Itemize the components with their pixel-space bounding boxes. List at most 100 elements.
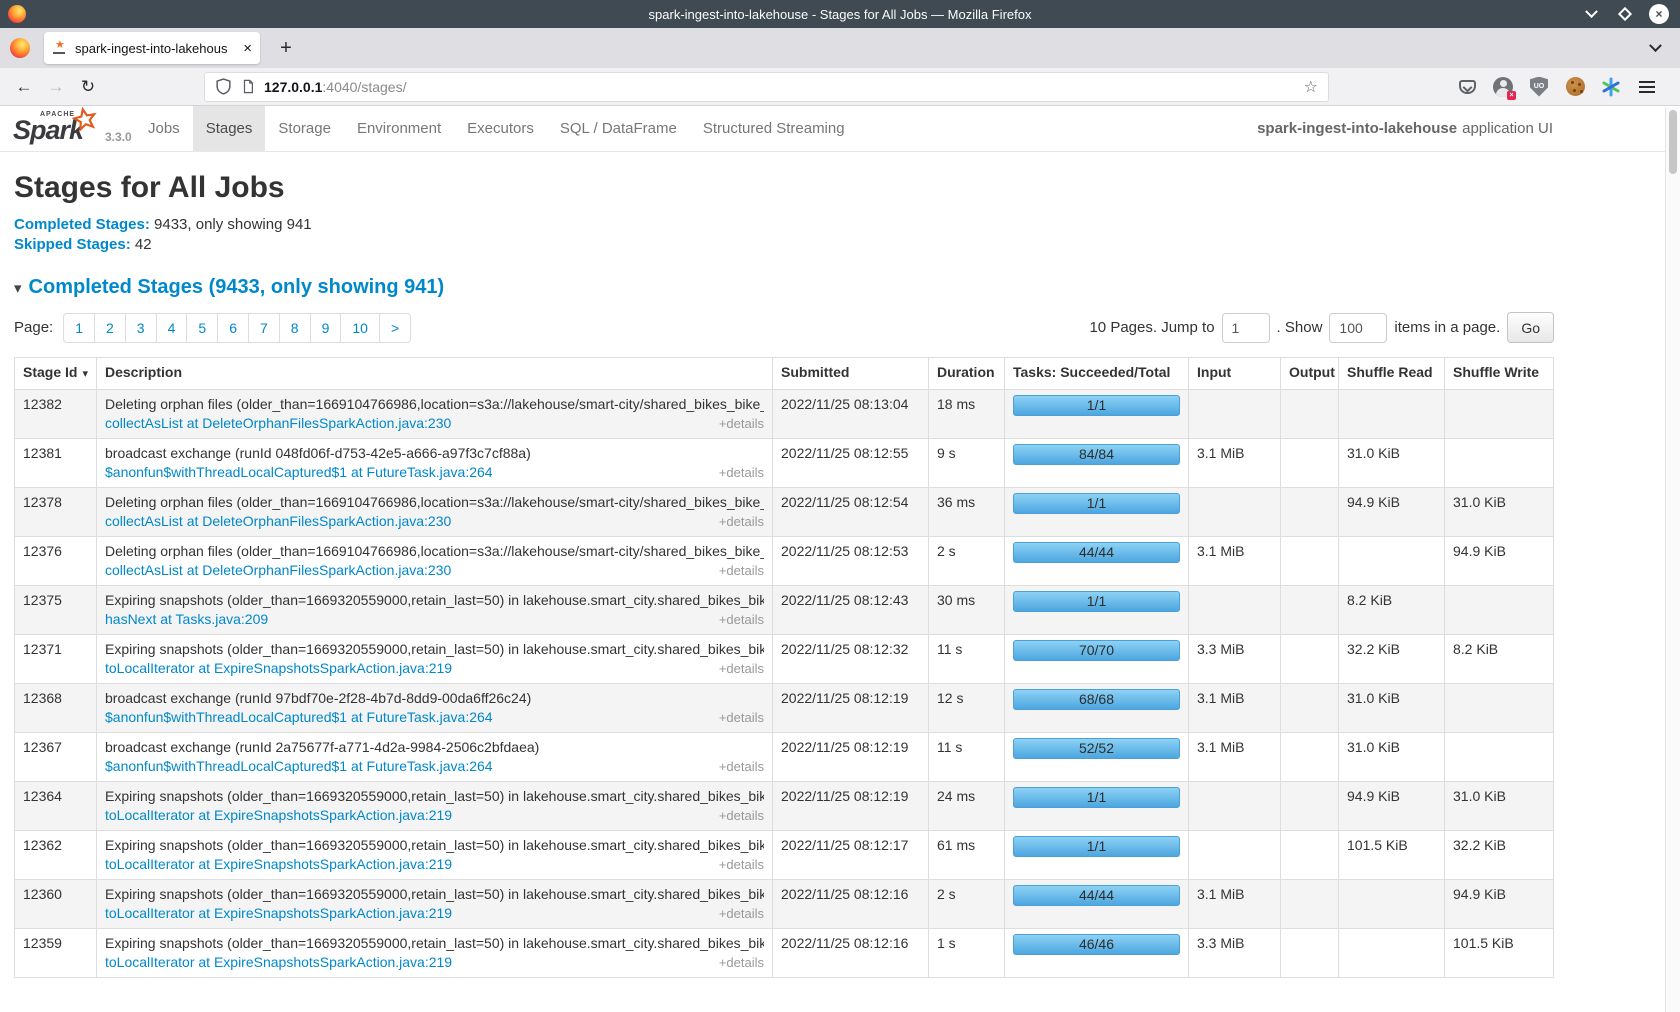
- nav-tab-sql-dataframe[interactable]: SQL / DataFrame: [547, 106, 690, 151]
- details-toggle[interactable]: +details: [719, 414, 764, 433]
- total-pages-text: 10 Pages. Jump to: [1089, 319, 1214, 336]
- input-cell: [1189, 782, 1281, 831]
- tasks-cell: 44/44: [1005, 537, 1189, 586]
- stage-callsite-link[interactable]: $anonfun$withThreadLocalCaptured$1 at Fu…: [105, 463, 493, 482]
- stage-callsite-link[interactable]: collectAsList at DeleteOrphanFilesSparkA…: [105, 414, 451, 433]
- browser-tab[interactable]: ★ spark-ingest-into-lakehous ×: [44, 32, 260, 64]
- menu-button[interactable]: [1636, 76, 1658, 98]
- page-scrollbar[interactable]: [1665, 107, 1680, 1012]
- nav-tab-executors[interactable]: Executors: [454, 106, 547, 151]
- details-toggle[interactable]: +details: [719, 512, 764, 531]
- stage-callsite-link[interactable]: toLocalIterator at ExpireSnapshotsSparkA…: [105, 953, 452, 972]
- cookie-icon: [1566, 77, 1585, 96]
- output-cell: [1281, 537, 1339, 586]
- url-bar[interactable]: 127.0.0.1:4040/stages/ ☆: [204, 72, 1329, 102]
- column-header-stage-id[interactable]: Stage Id▾: [15, 358, 97, 390]
- stage-id-cell: 12376: [15, 537, 97, 586]
- new-tab-button[interactable]: +: [272, 34, 300, 62]
- stage-description: broadcast exchange (runId 048fd06f-d753-…: [105, 444, 764, 463]
- forward-button[interactable]: →: [40, 73, 72, 101]
- column-header-tasks-succeeded-total[interactable]: Tasks: Succeeded/Total: [1005, 358, 1189, 390]
- submitted-cell: 2022/11/25 08:12:53: [773, 537, 929, 586]
- details-toggle[interactable]: +details: [719, 806, 764, 825]
- stage-callsite-link[interactable]: toLocalIterator at ExpireSnapshotsSparkA…: [105, 904, 452, 923]
- nav-tab-environment[interactable]: Environment: [344, 106, 454, 151]
- details-toggle[interactable]: +details: [719, 904, 764, 923]
- submitted-cell: 2022/11/25 08:12:16: [773, 929, 929, 978]
- cookie-extension-button[interactable]: [1564, 76, 1586, 98]
- stage-callsite-link[interactable]: toLocalIterator at ExpireSnapshotsSparkA…: [105, 806, 452, 825]
- stage-callsite-link[interactable]: toLocalIterator at ExpireSnapshotsSparkA…: [105, 855, 452, 874]
- output-cell: [1281, 635, 1339, 684]
- column-header-input[interactable]: Input: [1189, 358, 1281, 390]
- column-header-duration[interactable]: Duration: [929, 358, 1005, 390]
- page-button-5[interactable]: 5: [186, 313, 218, 343]
- details-toggle[interactable]: +details: [719, 659, 764, 678]
- tab-close-button[interactable]: ×: [243, 41, 252, 56]
- details-toggle[interactable]: +details: [719, 708, 764, 727]
- shield-icon[interactable]: [215, 78, 232, 95]
- details-toggle[interactable]: +details: [719, 953, 764, 972]
- tasks-cell: 84/84: [1005, 439, 1189, 488]
- jump-to-page-input[interactable]: [1222, 313, 1270, 343]
- pocket-icon: [1459, 80, 1476, 94]
- spark-logo[interactable]: APACHE Spark 3.3.0: [0, 106, 135, 151]
- page-button-10[interactable]: 10: [340, 313, 380, 343]
- page-info-icon[interactable]: [241, 79, 255, 94]
- details-toggle[interactable]: +details: [719, 463, 764, 482]
- bookmark-star-button[interactable]: ☆: [1304, 77, 1318, 97]
- column-header-shuffle-read[interactable]: Shuffle Read: [1339, 358, 1445, 390]
- reload-button[interactable]: ↻: [72, 73, 104, 101]
- minimize-button[interactable]: [1580, 3, 1602, 25]
- stage-callsite-link[interactable]: collectAsList at DeleteOrphanFilesSparkA…: [105, 512, 451, 531]
- stage-description: Deleting orphan files (older_than=166910…: [105, 395, 764, 414]
- items-per-page-input[interactable]: [1329, 313, 1387, 343]
- pocket-button[interactable]: [1456, 76, 1478, 98]
- submitted-cell: 2022/11/25 08:12:54: [773, 488, 929, 537]
- back-button[interactable]: ←: [8, 73, 40, 101]
- page-button-9[interactable]: 9: [310, 313, 342, 343]
- page-button-2[interactable]: 2: [94, 313, 126, 343]
- maximize-button[interactable]: [1614, 3, 1636, 25]
- column-header-output[interactable]: Output: [1281, 358, 1339, 390]
- nav-tab-stages[interactable]: Stages: [193, 106, 266, 151]
- go-button[interactable]: Go: [1507, 312, 1554, 343]
- stage-id-cell: 12367: [15, 733, 97, 782]
- column-header-submitted[interactable]: Submitted: [773, 358, 929, 390]
- stages-table: Stage Id▾DescriptionSubmittedDurationTas…: [14, 357, 1554, 978]
- page-button-6[interactable]: 6: [217, 313, 249, 343]
- asterisk-extension-button[interactable]: [1600, 76, 1622, 98]
- nav-tab-storage[interactable]: Storage: [265, 106, 344, 151]
- page-button-8[interactable]: 8: [279, 313, 311, 343]
- shuffle-read-cell: 31.0 KiB: [1339, 439, 1445, 488]
- next-page-button[interactable]: >: [379, 313, 411, 343]
- stage-callsite-link[interactable]: toLocalIterator at ExpireSnapshotsSparkA…: [105, 659, 452, 678]
- tabs-dropdown-button[interactable]: [1651, 44, 1660, 53]
- page-button-3[interactable]: 3: [125, 313, 157, 343]
- details-toggle[interactable]: +details: [719, 855, 764, 874]
- page-button-7[interactable]: 7: [248, 313, 280, 343]
- input-cell: [1189, 488, 1281, 537]
- nav-tab-jobs[interactable]: Jobs: [135, 106, 193, 151]
- details-toggle[interactable]: +details: [719, 610, 764, 629]
- account-button[interactable]: ×: [1492, 76, 1514, 98]
- duration-cell: 36 ms: [929, 488, 1005, 537]
- column-header-shuffle-write[interactable]: Shuffle Write: [1445, 358, 1554, 390]
- stage-callsite-link[interactable]: hasNext at Tasks.java:209: [105, 610, 268, 629]
- scrollbar-thumb[interactable]: [1669, 110, 1677, 174]
- stage-callsite-link[interactable]: $anonfun$withThreadLocalCaptured$1 at Fu…: [105, 757, 493, 776]
- ublock-button[interactable]: UO: [1528, 76, 1550, 98]
- stage-callsite-link[interactable]: $anonfun$withThreadLocalCaptured$1 at Fu…: [105, 708, 493, 727]
- description-cell: Expiring snapshots (older_than=166932055…: [97, 831, 773, 880]
- stages-table-body: 12382Deleting orphan files (older_than=1…: [15, 390, 1554, 978]
- stage-callsite-link[interactable]: collectAsList at DeleteOrphanFilesSparkA…: [105, 561, 451, 580]
- details-toggle[interactable]: +details: [719, 757, 764, 776]
- nav-tab-structured-streaming[interactable]: Structured Streaming: [690, 106, 858, 151]
- page-button-4[interactable]: 4: [156, 313, 188, 343]
- details-toggle[interactable]: +details: [719, 561, 764, 580]
- page-label: Page:: [14, 319, 53, 336]
- close-button[interactable]: ×: [1648, 3, 1670, 25]
- completed-stages-section-header[interactable]: ▾ Completed Stages (9433, only showing 9…: [14, 276, 1680, 299]
- column-header-description[interactable]: Description: [97, 358, 773, 390]
- page-button-1[interactable]: 1: [63, 313, 95, 343]
